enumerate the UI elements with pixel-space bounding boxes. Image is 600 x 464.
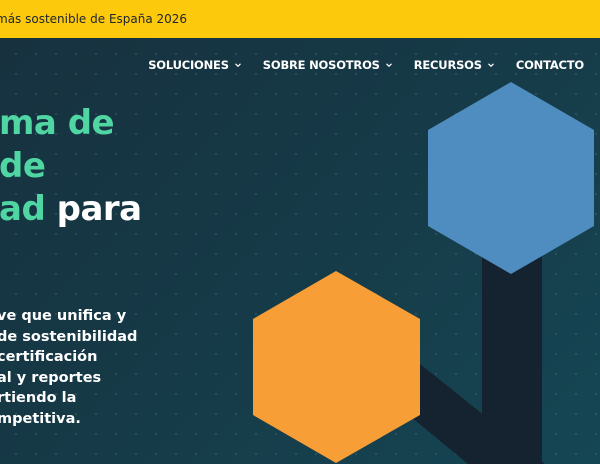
blue-hexagon [428,82,594,274]
page: más sostenible de España 2026 SOLUCIONES… [0,0,600,464]
hero-hexagon-graphic [253,82,594,464]
orange-hexagon [253,271,420,463]
